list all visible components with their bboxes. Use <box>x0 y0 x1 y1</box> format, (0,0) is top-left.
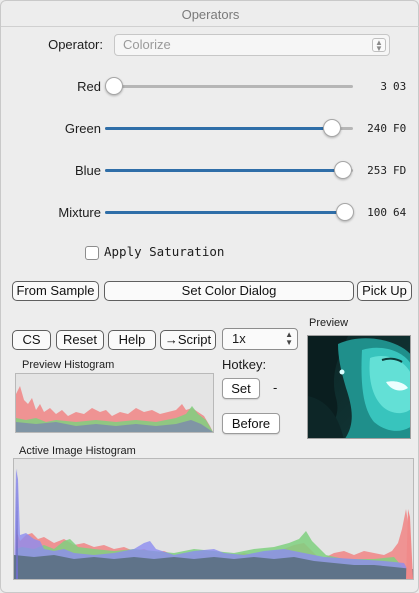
operator-selected-value: Colorize <box>123 37 171 52</box>
preview-histogram <box>15 373 214 433</box>
active-histogram <box>13 458 414 580</box>
reset-button[interactable]: Reset <box>56 330 104 350</box>
help-button[interactable]: Help <box>108 330 156 350</box>
slider-knob-blue[interactable] <box>334 161 352 179</box>
slider-fill-mixture <box>105 211 347 214</box>
slider-fill-blue <box>105 169 345 172</box>
slider-hex-mixture: 64 <box>393 206 407 219</box>
hotkey-set-button[interactable]: Set <box>222 378 260 399</box>
apply-saturation-label: Apply Saturation <box>104 244 225 259</box>
slider-label-mixture: Mixture <box>58 205 101 220</box>
slider-label-red: Red <box>77 79 101 94</box>
preview-histogram-label: Preview Histogram <box>22 359 115 371</box>
operator-select[interactable]: Colorize ▲ ▼ <box>114 34 390 56</box>
slider-hex-red: 03 <box>393 80 407 93</box>
before-button[interactable]: Before <box>222 413 280 434</box>
slider-hex-blue: FD <box>393 164 407 177</box>
chevron-updown-icon: ▲ ▼ <box>372 38 386 53</box>
preview-image <box>307 335 411 439</box>
zoom-select[interactable]: 1x ▲ ▼ <box>222 328 298 350</box>
slider-value-blue: 253 <box>367 164 387 177</box>
slider-knob-red[interactable] <box>105 77 123 95</box>
hotkey-value: - <box>273 380 278 395</box>
chevron-updown-icon: ▲ ▼ <box>285 330 293 347</box>
portrait-thumbnail <box>308 336 410 438</box>
slider-value-red: 3 <box>380 80 387 93</box>
preview-histogram-graph <box>16 386 213 432</box>
set-color-dialog-button[interactable]: Set Color Dialog <box>104 281 354 301</box>
from-sample-button[interactable]: From Sample <box>12 281 99 301</box>
slider-value-mixture: 100 <box>367 206 387 219</box>
slider-knob-green[interactable] <box>323 119 341 137</box>
active-histogram-graph <box>14 467 413 579</box>
slider-hex-green: F0 <box>393 122 407 135</box>
operator-label: Operator: <box>48 37 103 52</box>
script-button[interactable]: →Script <box>160 330 216 350</box>
window-title: Operators <box>1 1 419 27</box>
operators-panel: Operators Operator: Colorize ▲ ▼ Red 3 03… <box>0 0 419 593</box>
slider-knob-mixture[interactable] <box>336 203 354 221</box>
cs-button[interactable]: CS <box>12 330 51 350</box>
zoom-selected-value: 1x <box>232 331 246 346</box>
slider-value-green: 240 <box>367 122 387 135</box>
preview-label: Preview <box>309 317 349 329</box>
slider-label-blue: Blue <box>74 163 101 178</box>
slider-label-green: Green <box>64 121 101 136</box>
slider-track-red[interactable] <box>109 85 353 88</box>
apply-saturation-checkbox[interactable] <box>85 246 99 260</box>
pick-up-button[interactable]: Pick Up <box>357 281 412 301</box>
hotkey-label: Hotkey: <box>222 357 267 372</box>
active-histogram-label: Active Image Histogram <box>19 445 136 457</box>
slider-fill-green <box>105 127 333 130</box>
